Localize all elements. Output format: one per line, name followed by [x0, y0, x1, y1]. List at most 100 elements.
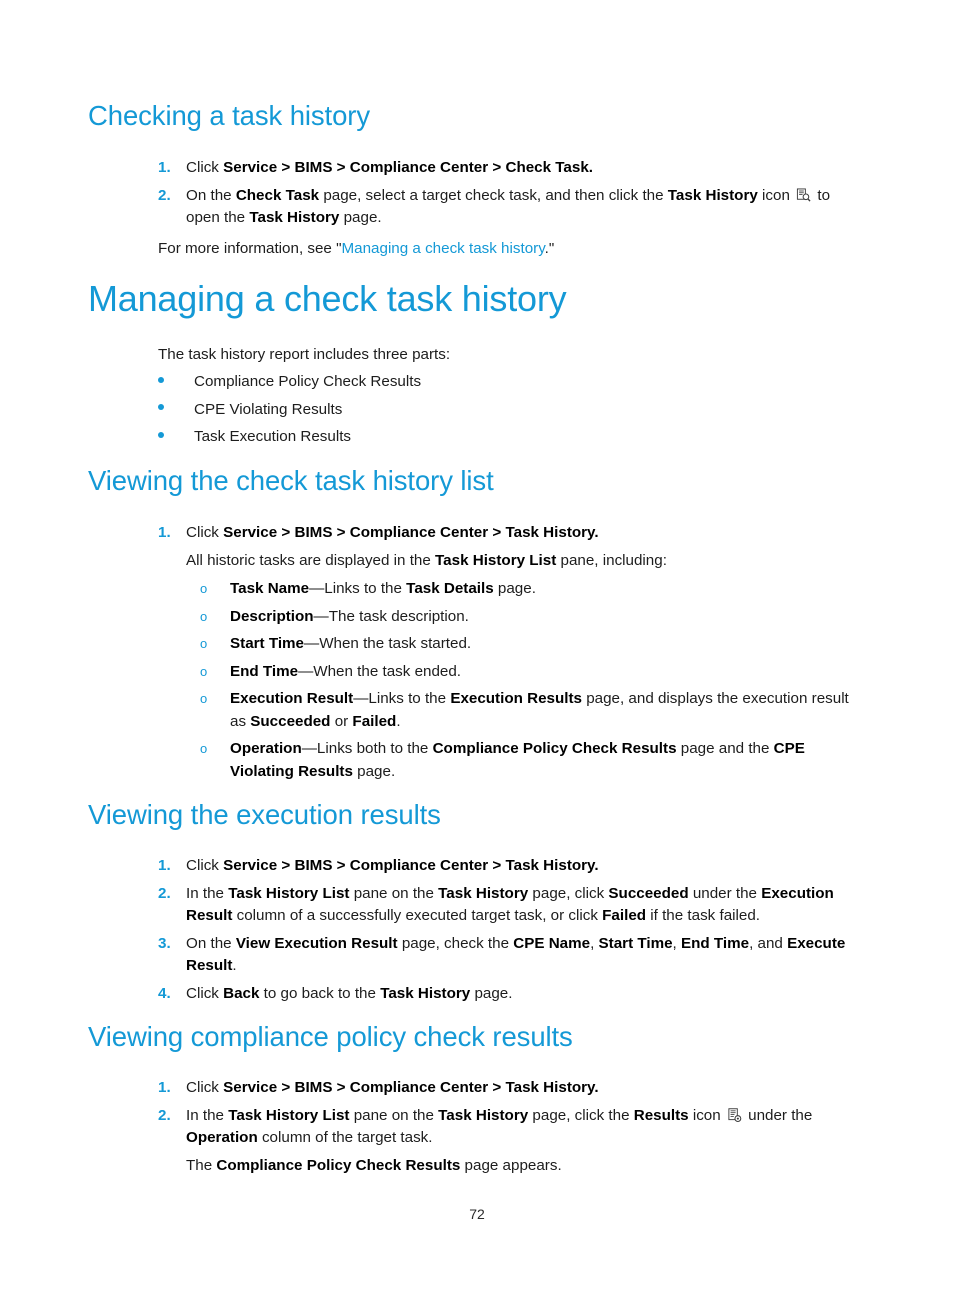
- cross-reference-paragraph: For more information, see "Managing a ch…: [158, 240, 555, 257]
- emphasis-text: Task History List: [228, 1106, 350, 1124]
- page-number: 72: [469, 1206, 485, 1222]
- sub-list-item: o Description—The task description.: [200, 606, 868, 629]
- list-item: 1. Click Service > BIMS > Compliance Cen…: [158, 855, 870, 878]
- list-item: CPE Violating Results: [158, 399, 868, 422]
- sub-list-item: o End Time—When the task ended.: [200, 661, 868, 684]
- steps-viewing-the-check-task-history-list: 1. Click Service > BIMS > Compliance Cen…: [158, 522, 868, 783]
- bullet-text: CPE Violating Results: [194, 400, 343, 418]
- emphasis-text: Start Time: [230, 635, 304, 652]
- emphasis-text: Compliance Policy Check Results: [432, 740, 677, 757]
- sub-bullet-marker: o: [200, 741, 208, 756]
- list-item: 1. Click Service > BIMS > Compliance Cen…: [158, 1077, 870, 1100]
- emphasis-text: Description: [230, 607, 314, 625]
- emphasis-text: Succeeded: [250, 712, 331, 730]
- heading-viewing-the-execution-results: Viewing the execution results: [88, 799, 441, 830]
- step-text: In the Task History List pane on the Tas…: [186, 884, 834, 925]
- emphasis-text: Task Details: [406, 580, 494, 597]
- emphasis-text: End Time: [230, 662, 299, 680]
- emphasis-text: Task History: [380, 984, 471, 1002]
- sub-list-item: o Operation—Links both to the Compliance…: [200, 738, 868, 783]
- emphasis-text: Execution Result: [230, 690, 354, 707]
- steps-checking-a-task-history: 1. Click Service > BIMS > Compliance Cen…: [158, 157, 868, 230]
- sub-item-text: Start Time—When the task started.: [230, 635, 472, 652]
- emphasis-text: Operation: [230, 740, 302, 757]
- list-marker-number: 4.: [158, 984, 171, 1002]
- document-page: Checking a task history 1. Click Service…: [0, 0, 954, 1296]
- step-continuation: All historic tasks are displayed in the …: [186, 551, 667, 569]
- emphasis-text: Task History: [438, 1106, 529, 1124]
- emphasis-text: Failed: [602, 907, 647, 924]
- steps-viewing-compliance-policy-check-results: 1. Click Service > BIMS > Compliance Cen…: [158, 1077, 870, 1177]
- bullet-text: Task Execution Results: [194, 428, 352, 445]
- sub-list-item: o Task Name—Links to the Task Details pa…: [200, 578, 868, 601]
- emphasis-text: Failed: [352, 712, 397, 730]
- emphasis-text: Task History List: [435, 551, 557, 569]
- list-item: 2. In the Task History List pane on the …: [158, 1105, 870, 1178]
- sub-bullet-marker: o: [200, 663, 208, 679]
- sub-item-text: Execution Result—Links to the Execution …: [230, 690, 849, 730]
- emphasis-text: Task History: [438, 884, 529, 902]
- step-text: On the View Execution Result page, check…: [186, 934, 846, 975]
- sub-bullet-marker: o: [200, 691, 208, 706]
- list-item: Compliance Policy Check Results: [158, 371, 868, 394]
- list-item: 2. On the Check Task page, select a targ…: [158, 185, 868, 230]
- emphasis-text: CPE Name: [513, 934, 591, 952]
- step-text: Click Service > BIMS > Compliance Center…: [186, 159, 593, 176]
- emphasis-text: Back: [223, 984, 260, 1002]
- list-marker-number: 1.: [158, 857, 171, 874]
- emphasis-text: View Execution Result: [235, 934, 398, 952]
- bullet-marker: [158, 371, 194, 394]
- list-item: 1. Click Service > BIMS > Compliance Cen…: [158, 522, 868, 783]
- heading-viewing-compliance-policy-check-results: Viewing compliance policy check results: [88, 1021, 573, 1052]
- intro-paragraph: The task history report includes three p…: [158, 346, 451, 363]
- emphasis-text: Service > BIMS > Compliance Center > Tas…: [223, 1079, 599, 1096]
- emphasis-text: Service > BIMS > Compliance Center > Tas…: [223, 524, 599, 541]
- emphasis-text: Compliance Policy Check Results: [216, 1156, 461, 1174]
- report-parts-list: Compliance Policy Check Results CPE Viol…: [158, 371, 868, 449]
- list-marker-number: 2.: [158, 1106, 171, 1124]
- list-marker-number: 3.: [158, 934, 171, 952]
- emphasis-text: Task History: [249, 209, 340, 226]
- emphasis-text: Service > BIMS > Compliance Center > Tas…: [223, 857, 599, 874]
- list-marker-number: 2.: [158, 884, 171, 902]
- list-item: 3. On the View Execution Result page, ch…: [158, 933, 870, 978]
- emphasis-text: Results: [633, 1106, 689, 1124]
- list-item: 2. In the Task History List pane on the …: [158, 883, 870, 928]
- sub-list: o Task Name—Links to the Task Details pa…: [158, 578, 868, 783]
- step-text: Click Service > BIMS > Compliance Center…: [186, 524, 599, 541]
- step-text: In the Task History List pane on the Tas…: [186, 1106, 813, 1147]
- sub-item-text: Operation—Links both to the Compliance P…: [230, 740, 805, 780]
- task-history-icon: [796, 187, 811, 203]
- sub-bullet-marker: o: [200, 581, 208, 596]
- bullet-marker: [158, 426, 194, 449]
- emphasis-text: Service > BIMS > Compliance Center > Che…: [223, 159, 593, 176]
- step-text: Click Service > BIMS > Compliance Center…: [186, 857, 599, 874]
- emphasis-text: Task Name: [230, 580, 310, 597]
- sub-list-item: o Execution Result—Links to the Executio…: [200, 688, 868, 733]
- emphasis-text: Execution Results: [450, 690, 582, 707]
- step-text: Click Back to go back to the Task Histor…: [186, 984, 513, 1002]
- list-item: 4. Click Back to go back to the Task His…: [158, 983, 870, 1006]
- sub-item-text: Task Name—Links to the Task Details page…: [230, 580, 536, 597]
- emphasis-text: Succeeded: [608, 884, 689, 902]
- emphasis-text: Task History: [667, 186, 758, 204]
- results-icon: [727, 1107, 742, 1123]
- emphasis-text: Start Time: [598, 934, 673, 952]
- emphasis-text: Check Task: [235, 186, 320, 204]
- emphasis-text: Task History List: [228, 884, 350, 902]
- list-item: Task Execution Results: [158, 426, 868, 449]
- emphasis-text: End Time: [681, 934, 750, 952]
- emphasis-text: Operation: [186, 1129, 258, 1146]
- step-text: On the Check Task page, select a target …: [186, 186, 831, 227]
- list-marker-number: 1.: [158, 1079, 171, 1096]
- list-marker-number: 1.: [158, 159, 171, 176]
- list-item: 1. Click Service > BIMS > Compliance Cen…: [158, 157, 868, 180]
- sub-bullet-marker: o: [200, 636, 208, 651]
- cross-reference-link[interactable]: Managing a check task history: [342, 240, 545, 257]
- sub-item-text: End Time—When the task ended.: [230, 662, 462, 680]
- heading-checking-a-task-history: Checking a task history: [88, 100, 370, 131]
- list-marker-number: 1.: [158, 524, 171, 541]
- bullet-marker: [158, 399, 194, 422]
- sub-item-text: Description—The task description.: [230, 607, 469, 625]
- heading-viewing-the-check-task-history-list: Viewing the check task history list: [88, 465, 494, 496]
